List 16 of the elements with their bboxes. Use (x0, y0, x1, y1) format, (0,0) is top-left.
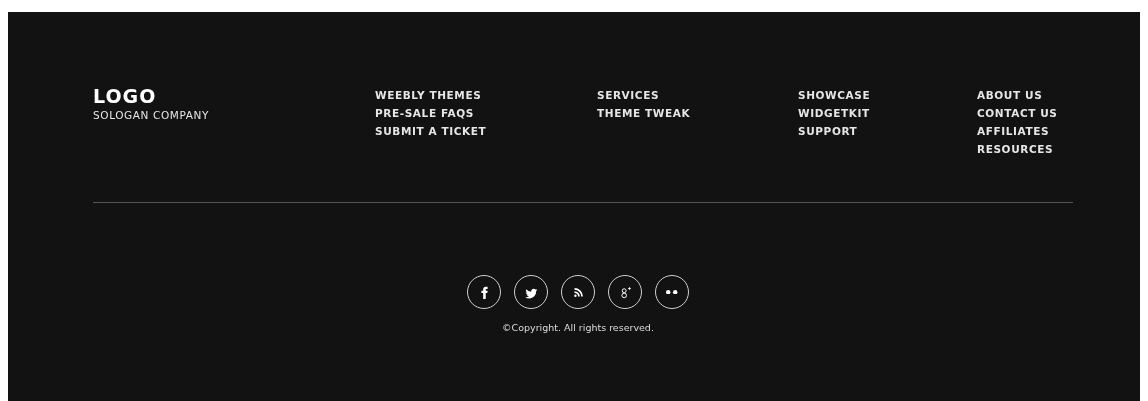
footer-link[interactable]: CONTACT US (977, 104, 1058, 122)
footer-link[interactable]: WIDGETKIT (798, 104, 870, 122)
slogan-text: SOLOGAN COMPANY (93, 108, 210, 122)
footer-link[interactable]: SERVICES (597, 86, 660, 104)
footer-link[interactable]: AFFILIATES (977, 122, 1050, 140)
footer-link[interactable]: SUPPORT (798, 122, 858, 140)
footer-link[interactable]: THEME TWEAK (597, 104, 691, 122)
two-dots-icon (666, 289, 678, 295)
footer-link[interactable]: WEEBLY THEMES (375, 86, 482, 104)
footer-link[interactable]: SUBMIT A TICKET (375, 122, 487, 140)
logo-text: LOGO (93, 84, 158, 108)
footer-link[interactable]: SHOWCASE (798, 86, 871, 104)
copyright-text: ©Copyright. All rights reserved. (501, 322, 655, 333)
footer-link[interactable]: ABOUT US (977, 86, 1043, 104)
footer-link[interactable]: PRE-SALE FAQS (375, 104, 474, 122)
footer-link[interactable]: RESOURCES (977, 140, 1054, 158)
